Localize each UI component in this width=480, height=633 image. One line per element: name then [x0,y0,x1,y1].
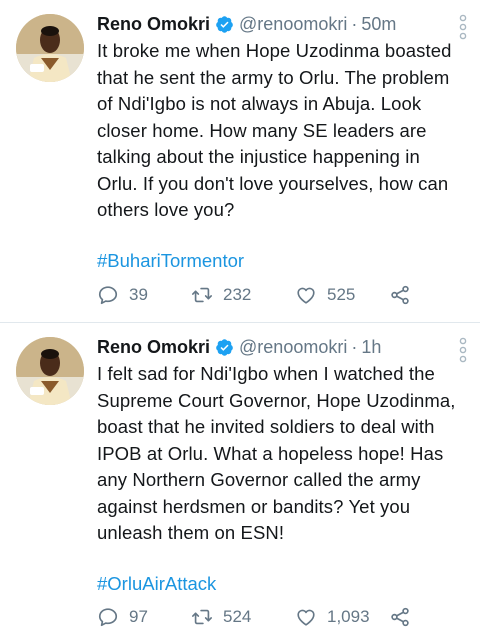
retweet-icon [192,287,212,303]
like-button[interactable]: 1,093 [295,606,389,628]
share-icon [391,285,409,305]
hashtag-link[interactable]: #OrluAirAttack [97,573,460,595]
tweet[interactable]: Reno Omokri @renoomokri · 50m It broke m… [0,0,480,322]
hashtag-link[interactable]: #BuhariTormentor [97,250,460,272]
tweet-actions: 97 524 1,093 [97,606,421,628]
reply-icon [98,608,118,627]
reply-icon [98,286,118,305]
share-icon [391,607,409,627]
username[interactable]: @renoomokri [239,14,347,35]
tweet-header: Reno Omokri @renoomokri · 1h [97,335,467,363]
avatar[interactable] [16,14,84,82]
like-icon [297,609,315,626]
retweet-button[interactable]: 232 [191,284,295,306]
timestamp[interactable]: 50m [361,14,396,35]
tweet-content: Reno Omokri @renoomokri · 1h I felt sad … [97,335,467,595]
username[interactable]: @renoomokri [239,337,347,358]
reply-button[interactable]: 39 [97,284,191,306]
retweet-icon [192,609,212,625]
share-button[interactable] [389,284,421,306]
like-button[interactable]: 525 [295,284,389,306]
tweet-actions: 39 232 525 [97,284,421,306]
display-name[interactable]: Reno Omokri [97,337,210,358]
tweet-text: I felt sad for Ndi'Igbo when I watched t… [97,363,456,543]
retweet-count: 232 [223,285,252,304]
more-vertical-icon[interactable] [458,14,468,40]
reply-button[interactable]: 97 [97,606,191,628]
like-icon [297,287,315,304]
tweet-text: It broke me when Hope Uzodinma boasted t… [97,40,452,220]
timestamp[interactable]: 1h [361,337,381,358]
display-name[interactable]: Reno Omokri [97,14,210,35]
reply-count: 39 [129,285,148,304]
separator: · [351,336,358,357]
separator: · [351,13,358,34]
more-vertical-icon[interactable] [458,337,468,363]
verified-badge-icon [216,338,233,356]
retweet-count: 524 [223,607,252,626]
tweet[interactable]: Reno Omokri @renoomokri · 1h I felt sad … [0,322,480,633]
verified-badge-icon [216,15,233,33]
avatar[interactable] [16,337,84,405]
like-count: 525 [327,285,356,304]
share-button[interactable] [389,606,421,628]
like-count: 1,093 [327,607,370,626]
tweet-content: Reno Omokri @renoomokri · 50m It broke m… [97,12,467,272]
retweet-button[interactable]: 524 [191,606,295,628]
tweet-header: Reno Omokri @renoomokri · 50m [97,12,467,40]
reply-count: 97 [129,607,148,626]
